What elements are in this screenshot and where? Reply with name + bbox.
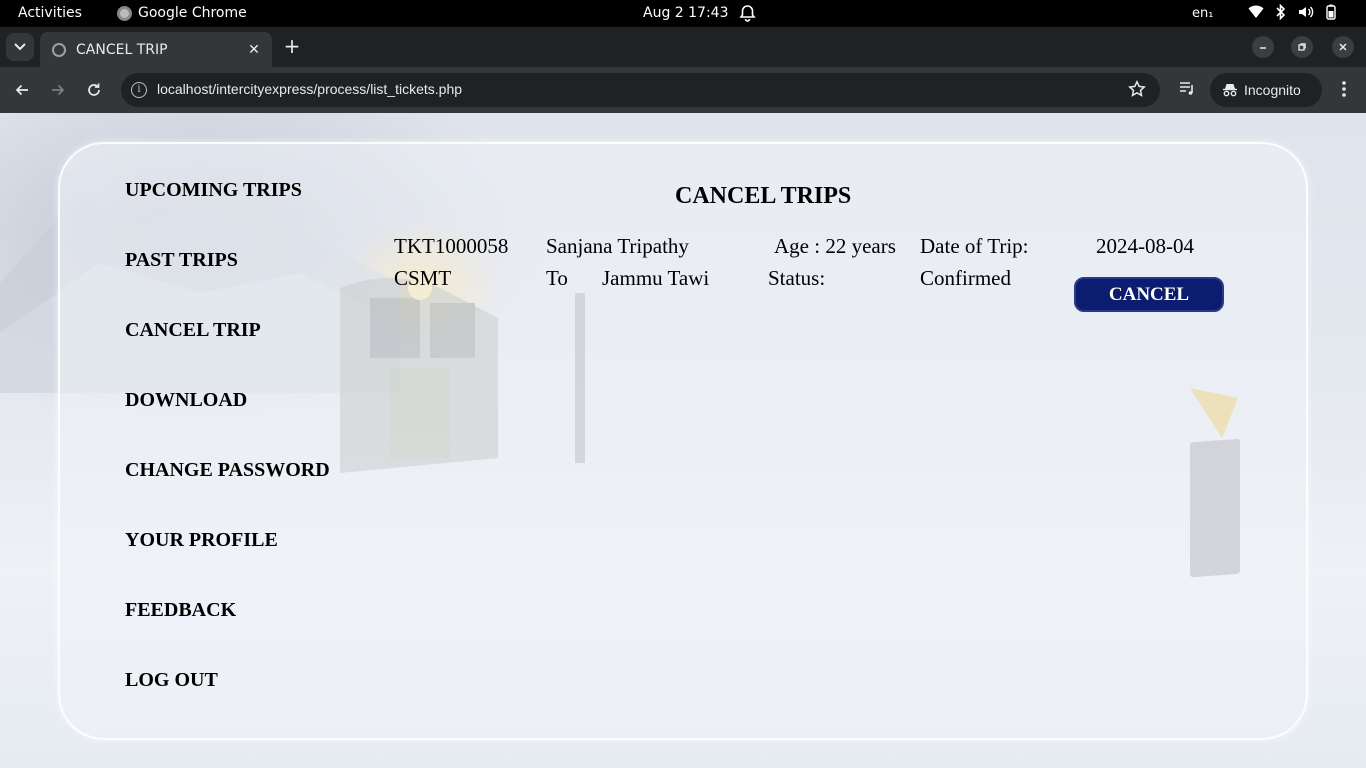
wifi-icon [1248, 5, 1264, 19]
tab-strip: CANCEL TRIP ✕ + [0, 27, 1366, 67]
globe-icon [52, 42, 66, 57]
media-control-icon[interactable] [1178, 79, 1196, 101]
new-tab-button[interactable]: + [281, 35, 303, 57]
reload-button[interactable] [82, 78, 106, 102]
bluetooth-icon [1276, 4, 1286, 20]
maximize-button[interactable] [1291, 36, 1313, 58]
bell-icon[interactable] [739, 4, 756, 22]
close-tab-icon[interactable]: ✕ [244, 40, 264, 60]
passenger-name: Sanjana Tripathy [546, 234, 689, 258]
tab-active[interactable]: CANCEL TRIP ✕ [40, 32, 272, 67]
chevron-down-icon [14, 43, 26, 51]
status-value: Confirmed [920, 266, 1011, 290]
tab-search-button[interactable] [6, 33, 34, 61]
incognito-indicator[interactable]: Incognito [1210, 73, 1322, 107]
sidebar-item-download[interactable]: DOWNLOAD [125, 389, 247, 412]
minimize-icon [1260, 47, 1266, 49]
cancel-ticket-button[interactable]: CANCEL [1074, 277, 1224, 312]
sidebar-item-feedback[interactable]: FEEDBACK [125, 599, 236, 622]
trip-date-value: 2024-08-04 [1096, 234, 1194, 258]
site-info-icon[interactable]: i [131, 82, 147, 98]
volume-icon [1298, 5, 1314, 19]
dashboard-panel: UPCOMING TRIPS PAST TRIPS CANCEL TRIP DO… [58, 142, 1308, 740]
close-window-button[interactable] [1332, 36, 1354, 58]
sidebar-item-your-profile[interactable]: YOUR PROFILE [125, 529, 278, 552]
incognito-label: Incognito [1244, 82, 1301, 98]
ticket-id: TKT1000058 [394, 234, 509, 258]
arrow-right-icon [52, 84, 65, 96]
language-indicator[interactable]: en₁ [1192, 6, 1213, 21]
restore-icon [1298, 43, 1306, 51]
trip-date-label: Date of Trip: [920, 234, 1029, 258]
sidebar-item-change-password[interactable]: CHANGE PASSWORD [125, 459, 330, 482]
app-name: Google Chrome [138, 5, 247, 21]
passenger-age: Age : 22 years [774, 234, 896, 258]
app-menu[interactable]: Google Chrome [117, 5, 247, 21]
from-station: CSMT [394, 266, 452, 290]
url-text[interactable]: localhost/intercityexpress/process/list_… [157, 81, 462, 97]
sidebar-item-past-trips[interactable]: PAST TRIPS [125, 249, 238, 272]
page-viewport: UPCOMING TRIPS PAST TRIPS CANCEL TRIP DO… [0, 113, 1366, 768]
arrow-left-icon [15, 84, 28, 96]
browser-toolbar: i localhost/intercityexpress/process/lis… [0, 67, 1366, 113]
sidebar-item-log-out[interactable]: LOG OUT [125, 669, 218, 692]
close-icon [1339, 43, 1347, 51]
activities-button[interactable]: Activities [18, 5, 82, 21]
system-tray[interactable] [1248, 4, 1336, 20]
back-button[interactable] [10, 78, 34, 102]
reload-icon [88, 83, 100, 96]
minimize-button[interactable] [1252, 36, 1274, 58]
sidebar-item-cancel-trip[interactable]: CANCEL TRIP [125, 319, 261, 342]
to-station: Jammu Tawi [602, 266, 710, 290]
sidebar-item-upcoming-trips[interactable]: UPCOMING TRIPS [125, 179, 302, 202]
battery-icon [1326, 4, 1336, 20]
clock[interactable]: Aug 2 17:43 [643, 5, 729, 21]
to-label: To [546, 266, 568, 290]
page-title: CANCEL TRIPS [675, 183, 852, 209]
forward-button[interactable] [46, 78, 70, 102]
browser-menu-icon[interactable] [1334, 78, 1354, 104]
status-label: Status: [768, 266, 826, 290]
tab-title: CANCEL TRIP [76, 41, 168, 58]
system-top-bar: Activities Google Chrome Aug 2 17:43 en₁ [0, 0, 1366, 27]
address-bar[interactable]: i localhost/intercityexpress/process/lis… [121, 73, 1160, 107]
incognito-icon [1223, 84, 1237, 97]
bookmark-star-icon[interactable] [1128, 80, 1146, 102]
chrome-icon [117, 5, 132, 21]
